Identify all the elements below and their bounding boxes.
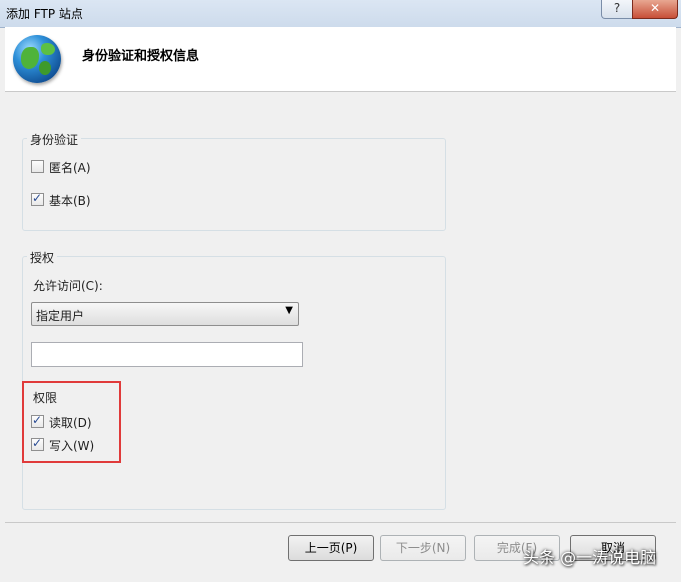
- authorization-legend: 授权: [27, 249, 58, 266]
- globe-icon: [13, 35, 61, 83]
- allow-access-value: 指定用户: [36, 309, 85, 323]
- basic-label: 基本(B): [49, 194, 91, 208]
- anonymous-checkbox[interactable]: [31, 160, 44, 173]
- basic-checkbox-row[interactable]: 基本(B): [31, 191, 151, 208]
- title-bar: 添加 FTP 站点 ? ✕: [0, 0, 681, 28]
- next-button[interactable]: 下一步(N): [380, 535, 466, 561]
- allow-access-select[interactable]: 指定用户 ▼: [31, 302, 299, 326]
- authentication-legend: 身份验证: [27, 131, 82, 148]
- footer-divider: [5, 522, 676, 523]
- anonymous-checkbox-row[interactable]: 匿名(A): [31, 159, 151, 175]
- chevron-down-icon[interactable]: ▼: [285, 305, 293, 316]
- watermark-text: 头条 @一涛说电脑: [523, 548, 657, 567]
- help-button[interactable]: ?: [601, 0, 633, 19]
- authentication-group: [22, 138, 446, 231]
- permissions-highlight-box: [22, 381, 121, 463]
- allow-access-label: 允许访问(C):: [33, 279, 103, 293]
- previous-button[interactable]: 上一页(P): [288, 535, 374, 561]
- close-button[interactable]: ✕: [632, 0, 678, 19]
- page-heading: 身份验证和授权信息: [82, 49, 200, 64]
- users-input[interactable]: [31, 342, 303, 367]
- wizard-header: 身份验证和授权信息: [5, 27, 676, 92]
- window-title: 添加 FTP 站点: [6, 7, 83, 21]
- basic-checkbox[interactable]: [31, 191, 44, 206]
- anonymous-label: 匿名(A): [49, 161, 91, 175]
